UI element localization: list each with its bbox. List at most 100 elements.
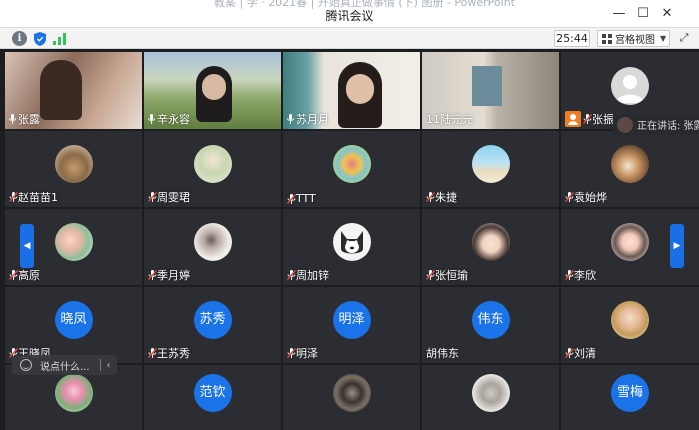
fullscreen-icon[interactable]: ⤢	[677, 31, 691, 45]
emoji-icon[interactable]	[20, 359, 32, 371]
participant-name-tag: 张恒瑜	[426, 267, 468, 283]
microphone-muted-icon	[9, 192, 18, 202]
participant-avatar	[332, 223, 371, 261]
meeting-toolbar: i 25:44 宫格视图 ▼ ⤢	[0, 28, 699, 49]
participant-name-tag: 张露	[9, 111, 40, 127]
participant-tile[interactable]: 袁始烨	[561, 131, 699, 207]
camera-off-icon	[565, 111, 581, 127]
chevron-right-icon: ▶	[673, 241, 681, 251]
participant-name: 胡伟东	[426, 347, 459, 360]
participant-avatar: 雪梅	[611, 373, 649, 412]
participant-video	[472, 66, 502, 106]
participant-tile[interactable]: 苏月月	[283, 52, 420, 129]
participant-tile[interactable]	[422, 365, 559, 430]
participant-tile[interactable]: 范钦	[144, 365, 281, 430]
microphone-icon	[148, 114, 155, 124]
chat-input-pill[interactable]: 说点什么... ‹	[12, 355, 117, 375]
participant-name: 辛永容	[157, 113, 190, 126]
previous-page-button[interactable]: ◀	[20, 224, 34, 268]
minimize-button[interactable]: —	[608, 5, 630, 23]
microphone-muted-icon	[287, 270, 296, 280]
next-page-button[interactable]: ▶	[670, 224, 684, 268]
participant-name-tag: 张振	[565, 111, 614, 127]
participant-tile[interactable]: 苏秀 王苏秀	[144, 287, 281, 363]
participant-avatar	[54, 223, 93, 261]
title-bar: 教案 | 学 · 2021春 | 开始真正做事情 (下) 图册 - PowerP…	[0, 0, 699, 28]
participant-name: 高原	[18, 269, 40, 282]
participant-tile[interactable]: 朱捷	[422, 131, 559, 207]
window-title: 腾讯会议	[325, 9, 374, 23]
participant-name-tag: TTT	[287, 192, 316, 205]
participant-tile[interactable]: TTT	[283, 131, 420, 207]
microphone-muted-icon	[148, 192, 157, 202]
participant-avatar	[54, 145, 93, 183]
participant-avatar	[471, 223, 510, 261]
microphone-muted-icon	[287, 348, 296, 358]
chat-placeholder[interactable]: 说点什么...	[40, 358, 90, 373]
participant-name: 赵苗苗1	[18, 191, 58, 204]
participant-name-tag: 高原	[9, 267, 40, 283]
participant-tile[interactable]: 张露	[5, 52, 142, 129]
participant-avatar	[611, 301, 649, 339]
chevron-down-icon: ▼	[660, 34, 667, 43]
speaker-avatar	[617, 116, 633, 133]
participant-tile[interactable]: 雪梅	[561, 365, 699, 430]
participant-tile[interactable]: 赵苗苗1	[5, 131, 142, 207]
participant-name: 刘清	[574, 347, 596, 360]
participant-avatar	[611, 145, 649, 183]
participant-tile[interactable]: 11陆元元	[422, 52, 559, 129]
participant-name: TTT	[296, 192, 316, 205]
participant-tile[interactable]: 辛永容	[144, 52, 281, 129]
participant-tile[interactable]: 伟东 胡伟东	[422, 287, 559, 363]
participant-name: 季月婷	[157, 269, 190, 282]
participant-name: 张恒瑜	[435, 269, 468, 282]
microphone-muted-icon	[287, 193, 296, 204]
participant-tile[interactable]	[283, 365, 420, 430]
participant-tile[interactable]: 季月婷	[144, 209, 281, 285]
microphone-muted-icon	[426, 192, 435, 202]
microphone-icon	[9, 114, 16, 124]
chevron-left-icon[interactable]: ‹	[107, 360, 111, 371]
speaking-indicator: 正在讲话: 张露	[613, 114, 699, 135]
participant-name-tag: 周加锌	[287, 267, 329, 283]
shield-icon[interactable]	[32, 31, 47, 46]
maximize-button[interactable]: ☐	[632, 5, 654, 23]
microphone-muted-icon	[148, 348, 157, 358]
participant-avatar	[332, 373, 371, 412]
participant-name-tag: 苏月月	[287, 111, 329, 127]
grid-view-icon	[602, 33, 612, 44]
participant-tile[interactable]: 刘清	[561, 287, 699, 363]
microphone-muted-icon	[426, 270, 435, 280]
microphone-icon	[287, 114, 294, 124]
participant-name-tag: 11陆元元	[426, 111, 473, 127]
participant-tile[interactable]: 明泽 明泽	[283, 287, 420, 363]
divider	[99, 359, 101, 371]
participant-avatar	[54, 373, 93, 412]
microphone-muted-icon	[565, 270, 574, 280]
microphone-muted-icon	[565, 192, 574, 202]
participant-avatar	[471, 373, 510, 412]
participant-avatar: 明泽	[332, 301, 371, 339]
microphone-muted-icon	[9, 270, 18, 280]
participant-avatar	[332, 145, 371, 183]
view-mode-button[interactable]: 宫格视图 ▼	[597, 30, 670, 47]
microphone-muted-icon	[583, 114, 592, 124]
participant-tile[interactable]: 晓凤 王晓凤	[5, 287, 142, 363]
participant-video	[40, 60, 82, 120]
participant-tile[interactable]: 张恒瑜	[422, 209, 559, 285]
participant-name-tag: 辛永容	[148, 111, 190, 127]
info-icon[interactable]: i	[12, 31, 27, 46]
participant-name: 11陆元元	[426, 113, 473, 126]
view-mode-label: 宫格视图	[615, 35, 655, 46]
participant-name-tag: 朱捷	[426, 189, 457, 205]
participant-avatar: 晓凤	[54, 301, 93, 339]
participant-avatar: 范钦	[193, 373, 232, 412]
signal-icon[interactable]	[52, 31, 67, 46]
close-button[interactable]: ✕	[656, 5, 678, 23]
participant-tile[interactable]: 周加锌	[283, 209, 420, 285]
microphone-muted-icon	[148, 270, 157, 280]
participant-tile[interactable]: 周雯珺	[144, 131, 281, 207]
microphone-muted-icon	[565, 348, 574, 358]
participant-face	[346, 74, 374, 104]
participant-avatar	[193, 145, 232, 183]
